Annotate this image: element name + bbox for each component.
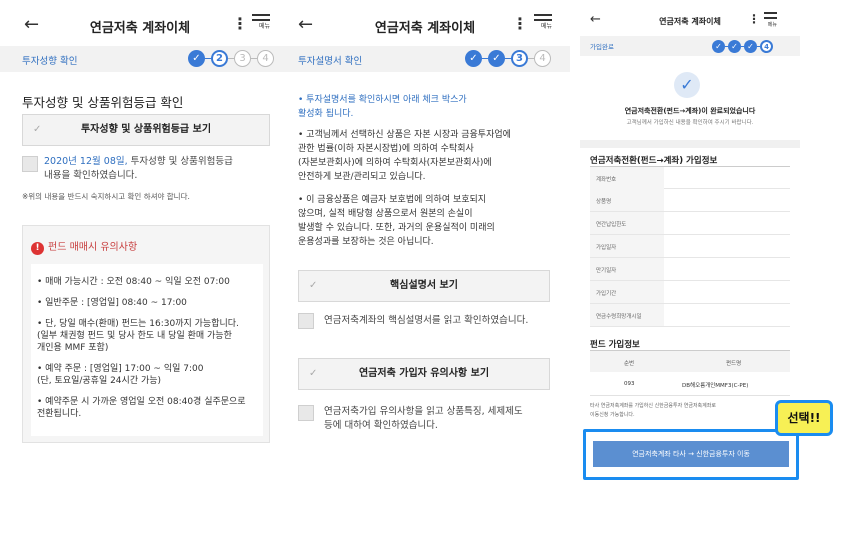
info-row-account: 계좌번호 [590, 166, 790, 189]
list-item: • 예약주문 시 가까운 영업일 오전 08:40경 실주문으로 [37, 397, 246, 407]
step-3-check-icon: ✓ [744, 39, 757, 53]
list-item: 개인용 MMF 포함) [37, 343, 109, 353]
fund-title: 펀드 가입정보 [590, 340, 640, 350]
transfer-note: 타사 연금저축계좌를 가입하신 신한금융투자 연금저축계좌로 이동신청 가능합니다… [590, 403, 716, 418]
step-label: 투자성향 확인 [22, 56, 78, 67]
bullet-activate: • 투자설명서를 확인하시면 아래 체크 박스가 활성화 됩니다. [298, 95, 467, 119]
step-bar: 투자성향 확인 ✓ 2 3 4 [0, 46, 280, 72]
success-check-icon: ✓ [674, 72, 700, 98]
list-item: • 단, 당일 매수(환매) 펀드는 16:30까지 가능합니다. [37, 319, 239, 329]
list-item: (일부 채권형 펀드 및 당사 한도 내 당일 환매 가능한 [37, 331, 232, 341]
step-4: 4 [257, 49, 274, 67]
done-title: 연금저축전환(펀드→계좌)이 완료되었습니다 [624, 107, 756, 115]
step-2-check-icon: ✓ [728, 39, 741, 53]
step-1-check-icon: ✓ [188, 49, 205, 67]
prospectus-check-text: 연금저축계좌의 핵심설명서를 읽고 확인하였습니다. [324, 315, 529, 326]
info-row-join-date: 가입일자 [590, 235, 790, 258]
info-title: 연금저축전환(펀드→계좌) 가입정보 [590, 156, 718, 166]
step-3: 3 [234, 49, 251, 67]
section-title: 투자성향 및 상품위험등급 확인 [22, 95, 184, 110]
step-4: 4 [534, 49, 551, 67]
view-profile-button[interactable]: ✓ 투자성향 및 상품위험등급 보기 [22, 114, 270, 146]
step-4: 4 [760, 39, 773, 53]
confirm-text: 2020년 12월 08일, 투자성향 및 상품위험등급 내용을 확인하였습니다… [44, 156, 233, 181]
list-item: (단, 토요일/공휴일 24시간 가능) [37, 376, 162, 386]
step-indicator: ✓ ✓ 3 4 [465, 49, 551, 67]
info-row-product: 상품명 [590, 189, 790, 212]
divider [580, 140, 800, 148]
list-item: • 일반주문 : [영업일] 08:40 ~ 17:00 [37, 298, 187, 308]
step-indicator: ✓ 2 3 4 [188, 49, 274, 67]
fund-table-header: 순번 펀드명 [590, 350, 790, 372]
notice-note: ※위의 내용을 반드시 숙지하시고 확인 하셔야 합니다. [22, 192, 190, 201]
more-icon[interactable]: ⋮ [748, 12, 760, 26]
select-callout: 선택!! [775, 400, 833, 436]
header: ← 연금저축 계좌이체 ⋮ 메뉴 [280, 0, 570, 42]
menu-icon[interactable]: 메뉴 [764, 12, 777, 28]
info-row-maturity: 만기일자 [590, 258, 790, 281]
step-2-check-icon: ✓ [488, 49, 505, 67]
view-caution-button[interactable]: ✓ 연금저축 가입자 유의사항 보기 [298, 358, 550, 390]
screen-investment-profile: ← 연금저축 계좌이체 ⋮ 메뉴 투자성향 확인 ✓ 2 3 4 투자성향 및 … [0, 0, 280, 533]
menu-icon[interactable]: 메뉴 [252, 14, 270, 30]
menu-icon[interactable]: 메뉴 [534, 14, 552, 30]
more-icon[interactable]: ⋮ [512, 14, 528, 33]
view-prospectus-button[interactable]: ✓ 핵심설명서 보기 [298, 270, 550, 302]
notice-list: • 매매 가능시간 : 오전 08:40 ~ 익일 오전 07:00 • 일반주… [31, 264, 263, 436]
fund-notice-box: ! 펀드 매매시 유의사항 • 매매 가능시간 : 오전 08:40 ~ 익일 오… [22, 225, 270, 443]
list-item: 전환됩니다. [37, 409, 82, 419]
table-row: 093 DB해오름개인MMF3(C-PE) [590, 372, 790, 396]
step-3: 3 [511, 49, 528, 67]
caution-checkbox[interactable] [298, 405, 314, 421]
list-item: • 예약 주문 : [영업일] 17:00 ~ 익일 7:00 [37, 364, 204, 374]
check-icon: ✓ [33, 124, 42, 135]
bullet-risk: • 이 금융상품은 예금자 보호법에 의하여 보호되지 않으며, 실적 배당형 … [298, 195, 495, 247]
info-row-period: 가입기간 [590, 281, 790, 304]
info-row-limit: 연간납입한도 [590, 212, 790, 235]
confirm-checkbox[interactable] [22, 156, 38, 172]
step-label: 가입완료 [590, 43, 614, 51]
step-bar: 가입완료 ✓ ✓ ✓ 4 [580, 36, 800, 56]
prospectus-checkbox[interactable] [298, 313, 314, 329]
notice-title: ! 펀드 매매시 유의사항 [31, 238, 137, 255]
check-icon: ✓ [309, 368, 318, 379]
transfer-button[interactable]: 연금저축계좌 타사 → 신한금융투자 이동 [593, 441, 789, 467]
list-item: • 매매 가능시간 : 오전 08:40 ~ 익일 오전 07:00 [37, 277, 230, 287]
more-icon[interactable]: ⋮ [232, 14, 248, 33]
caution-check-text: 연금저축가입 유의사항을 읽고 상품특징, 세제제도 등에 대하여 확인하였습니다… [324, 406, 523, 431]
screen-complete: ← 연금저축 계좌이체 ⋮ 메뉴 가입완료 ✓ ✓ ✓ 4 ✓ 연금저축전환(펀… [580, 0, 800, 485]
info-row-pension-start: 연금수령희망개시일 [590, 304, 790, 327]
step-2: 2 [211, 49, 228, 67]
step-1-check-icon: ✓ [712, 39, 725, 53]
step-indicator: ✓ ✓ ✓ 4 [712, 38, 773, 54]
alert-icon: ! [31, 242, 44, 255]
step-label: 투자설명서 확인 [298, 56, 363, 67]
step-1-check-icon: ✓ [465, 49, 482, 67]
check-icon: ✓ [309, 280, 318, 291]
step-bar: 투자설명서 확인 ✓ ✓ 3 4 [280, 46, 570, 72]
done-subtitle: 고객님께서 가입하신 내용을 확인하여 주시기 바랍니다. [626, 120, 754, 126]
header: ← 연금저축 계좌이체 ⋮ 메뉴 [0, 0, 280, 42]
bullet-custody: • 고객님께서 선택하신 상품은 자본 시장과 금융투자업에 관한 법률(이하 … [298, 130, 511, 182]
screen-prospectus: ← 연금저축 계좌이체 ⋮ 메뉴 투자설명서 확인 ✓ ✓ 3 4 • 투자설명… [280, 0, 570, 533]
